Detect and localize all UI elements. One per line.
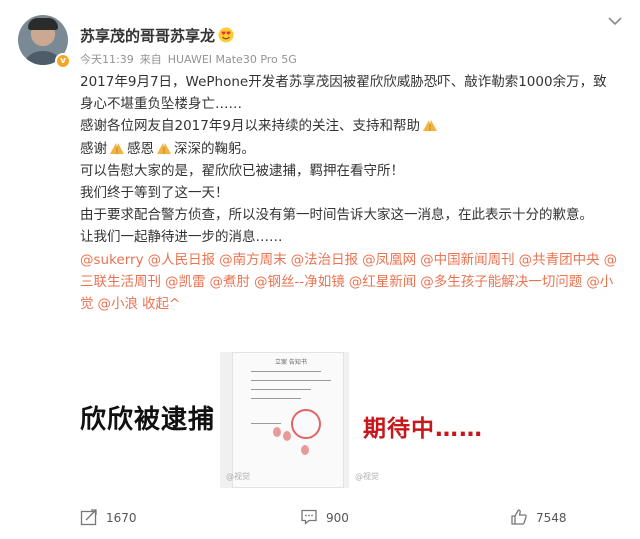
doc-line xyxy=(251,389,311,390)
comment-count: 900 xyxy=(326,511,349,525)
post-text: 2017年9月7日，WePhone开发者苏享茂因被翟欣欣威胁恐吓、敲诈勒索100… xyxy=(80,71,630,315)
mention-list: @sukerry @人民日报 @南方周末 @法治日报 @凤凰网 @中国新闻周刊 @共青团中央… xyxy=(80,249,630,316)
avatar-hair xyxy=(28,18,58,30)
fingerprint-mark xyxy=(283,431,291,441)
text-line: 身心不堪重负坠楼身亡…… xyxy=(80,96,242,113)
verified-badge-icon: v xyxy=(55,53,71,69)
mention-link[interactable]: @小浪 xyxy=(98,296,139,312)
like-count: 7548 xyxy=(536,511,567,525)
mention-link[interactable]: @人民日报 xyxy=(148,252,216,268)
username[interactable]: 苏享茂的哥哥苏享龙 xyxy=(80,27,215,45)
text-line: 2017年9月7日，WePhone开发者苏享茂因被翟欣欣威胁恐吓、敲诈勒索100… xyxy=(80,74,607,90)
post-image-2[interactable]: 立案 告知书 @视觉 xyxy=(220,352,356,488)
mention-link[interactable]: @红星新闻 xyxy=(349,274,417,290)
praying-hands-emoji-icon xyxy=(110,142,124,154)
heart-eyes-emoji-icon xyxy=(218,27,234,43)
post-image-3[interactable]: 期待中…… @视觉 xyxy=(349,352,485,488)
text-segment: 感恩 xyxy=(127,140,154,157)
image-caption-text: 欣欣被逮捕 xyxy=(80,405,216,435)
like-button[interactable]: 7548 xyxy=(510,508,567,526)
thumbs-up-icon xyxy=(511,509,527,525)
mention-link[interactable]: @南方周末 xyxy=(219,252,287,268)
post-time[interactable]: 今天11:39 xyxy=(80,53,134,66)
mention-link[interactable]: @sukerry xyxy=(80,252,144,268)
text-segment: 感谢各位网友自2017年9月以来持续的关注、支持和帮助 xyxy=(80,118,420,135)
weibo-post-card: v 苏享茂的哥哥苏享龙 今天11:39 来自 HUAWEI Mate30 Pro 5… xyxy=(0,0,640,539)
red-seal-stamp xyxy=(291,409,321,439)
mention-link[interactable]: @中国新闻周刊 xyxy=(420,252,515,268)
fingerprint-mark xyxy=(301,445,309,455)
text-segment: 感谢 xyxy=(80,140,107,157)
post-image-1[interactable]: 欣欣被逮捕 xyxy=(80,352,216,488)
fingerprint-mark xyxy=(273,427,281,437)
text-line: 我们终于等到了这一天！ xyxy=(80,185,229,202)
comment-icon xyxy=(301,509,317,525)
praying-hands-emoji-icon xyxy=(422,120,437,132)
collapse-link[interactable]: 收起^ xyxy=(142,296,180,312)
image-watermark: @视觉 xyxy=(355,472,379,481)
praying-hands-emoji-icon xyxy=(157,142,171,154)
text-line: 感谢 感恩 深深的鞠躬。 xyxy=(80,138,630,160)
mention-link[interactable]: @法治日报 xyxy=(291,252,359,268)
image-watermark: @视觉 xyxy=(226,472,250,481)
post-action-bar: 1670 900 7548 xyxy=(0,505,640,535)
mention-link[interactable]: @多生孩子能解决一切问题 xyxy=(420,274,582,290)
document-photo: 立案 告知书 xyxy=(232,352,344,488)
mention-link[interactable]: @凤凰网 xyxy=(362,252,416,268)
mention-link[interactable]: @钢丝--净如镜 xyxy=(254,274,345,290)
source-device[interactable]: HUAWEI Mate30 Pro 5G xyxy=(168,53,297,66)
comment-button[interactable]: 900 xyxy=(300,508,349,526)
doc-line xyxy=(251,398,301,399)
text-line: 可以告慰大家的是，翟欣欣已被逮捕，羁押在看守所！ xyxy=(80,162,404,179)
username-row: 苏享茂的哥哥苏享龙 xyxy=(80,26,234,46)
mention-link[interactable]: @凯雷 xyxy=(165,274,206,290)
mention-link[interactable]: @煮肘 xyxy=(210,274,251,290)
source-prefix: 来自 xyxy=(139,53,162,66)
document-title: 立案 告知书 xyxy=(275,359,307,366)
post-meta: 今天11:39 来自 HUAWEI Mate30 Pro 5G xyxy=(80,51,303,67)
text-line: 让我们一起静待进一步的消息…… xyxy=(80,229,283,246)
share-icon xyxy=(80,509,97,526)
share-button[interactable]: 1670 xyxy=(80,508,137,526)
image-caption-text: 期待中…… xyxy=(363,416,483,442)
text-line: 由于要求配合警方侦查，所以没有第一时间告诉大家这一消息，在此表示十分的歉意。 xyxy=(80,207,593,224)
doc-line xyxy=(251,423,281,424)
mention-link[interactable]: @共青团中央 xyxy=(519,252,600,268)
text-line: 感谢各位网友自2017年9月以来持续的关注、支持和帮助 xyxy=(80,115,630,137)
doc-line xyxy=(251,380,331,381)
text-segment: 深深的鞠躬。 xyxy=(174,140,255,157)
chevron-down-icon[interactable] xyxy=(608,16,622,26)
doc-line xyxy=(251,371,321,372)
share-count: 1670 xyxy=(106,511,137,525)
